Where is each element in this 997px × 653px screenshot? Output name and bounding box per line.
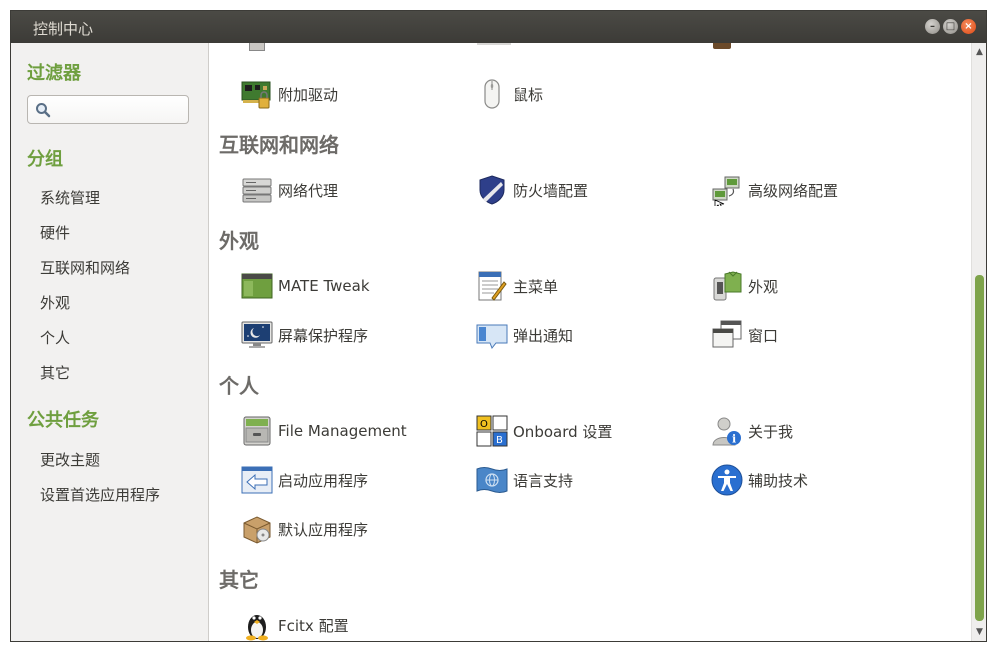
item-label: 屏幕保护程序 bbox=[278, 326, 369, 345]
sidebar-item-system[interactable]: 系统管理 bbox=[40, 187, 100, 208]
item-notifications[interactable]: 弹出通知 bbox=[475, 317, 573, 353]
accessibility-icon bbox=[710, 463, 744, 497]
item-label: 语言支持 bbox=[513, 471, 574, 490]
onboard-keyboard-icon: O B bbox=[475, 414, 509, 448]
item-network-proxy[interactable]: 网络代理 bbox=[240, 172, 338, 208]
partial-icon bbox=[249, 43, 265, 51]
scroll-up-icon[interactable]: ▲ bbox=[974, 47, 985, 57]
scrollbar-thumb[interactable] bbox=[975, 275, 984, 621]
window-icon bbox=[710, 318, 744, 352]
network-proxy-icon bbox=[240, 173, 274, 207]
sidebar-item-hardware[interactable]: 硬件 bbox=[40, 222, 70, 243]
item-label: 启动应用程序 bbox=[278, 471, 369, 490]
control-center-window: 控制中心 – □ × 过滤器 分组 系统管理 硬件 互联网和网络 外观 个人 其… bbox=[10, 10, 987, 642]
appearance-icon bbox=[710, 269, 744, 303]
category-appearance: 外观 bbox=[219, 229, 259, 253]
item-label: 防火墙配置 bbox=[513, 181, 589, 200]
item-mate-tweak[interactable]: MATE Tweak bbox=[240, 268, 370, 304]
item-main-menu[interactable]: 主菜单 bbox=[475, 268, 558, 304]
language-flag-icon bbox=[475, 463, 509, 497]
sidebar-item-other[interactable]: 其它 bbox=[40, 362, 70, 383]
item-advanced-network[interactable]: 高级网络配置 bbox=[710, 172, 838, 208]
close-icon: × bbox=[964, 21, 973, 32]
firewall-shield-icon bbox=[475, 173, 509, 207]
item-language-support[interactable]: 语言支持 bbox=[475, 462, 573, 498]
minimize-button[interactable]: – bbox=[925, 19, 940, 34]
file-cabinet-icon bbox=[240, 414, 274, 448]
close-button[interactable]: × bbox=[961, 19, 976, 34]
main-menu-icon bbox=[475, 269, 509, 303]
screensaver-icon bbox=[240, 318, 274, 352]
item-default-apps[interactable]: 默认应用程序 bbox=[240, 511, 368, 547]
mate-tweak-icon bbox=[240, 269, 274, 303]
vertical-scrollbar[interactable]: ▲ ▼ bbox=[971, 43, 986, 641]
sidebar: 过滤器 分组 系统管理 硬件 互联网和网络 外观 个人 其它 公共任务 更改主题… bbox=[11, 43, 209, 641]
item-label: MATE Tweak bbox=[278, 277, 370, 295]
item-additional-drivers[interactable]: 附加驱动 bbox=[240, 76, 338, 112]
item-screensaver[interactable]: 屏幕保护程序 bbox=[240, 317, 368, 353]
item-label: 弹出通知 bbox=[513, 326, 574, 345]
maximize-icon: □ bbox=[945, 21, 956, 32]
sidebar-item-internet[interactable]: 互联网和网络 bbox=[40, 257, 130, 278]
category-personal: 个人 bbox=[219, 374, 259, 398]
item-label: 窗口 bbox=[748, 326, 779, 345]
svg-text:B: B bbox=[496, 435, 503, 446]
svg-text:O: O bbox=[480, 419, 488, 430]
title-bar[interactable]: 控制中心 – □ × bbox=[11, 11, 986, 43]
default-apps-icon bbox=[240, 512, 274, 546]
sidebar-item-personal[interactable]: 个人 bbox=[40, 327, 70, 348]
startup-apps-icon bbox=[240, 463, 274, 497]
item-label: Fcitx 配置 bbox=[278, 616, 349, 635]
item-fcitx-config[interactable]: Fcitx 配置 bbox=[240, 607, 349, 641]
item-windows[interactable]: 窗口 bbox=[710, 317, 778, 353]
filter-heading: 过滤器 bbox=[27, 63, 81, 84]
item-label: 附加驱动 bbox=[278, 85, 339, 104]
partial-icon bbox=[713, 43, 731, 49]
minimize-icon: – bbox=[930, 21, 935, 32]
item-about-me[interactable]: i 关于我 bbox=[710, 413, 793, 449]
notification-icon bbox=[475, 318, 509, 352]
mouse-icon bbox=[475, 77, 509, 111]
penguin-icon bbox=[240, 608, 274, 641]
item-file-management[interactable]: File Management bbox=[240, 413, 407, 449]
item-label: 关于我 bbox=[748, 422, 794, 441]
content-area: 附加驱动 鼠标 互联网和网络 网络代理 防火墙配置 高级网络配置 外观 MATE… bbox=[209, 43, 971, 641]
category-internet: 互联网和网络 bbox=[219, 133, 339, 157]
about-me-icon: i bbox=[710, 414, 744, 448]
svg-text:i: i bbox=[732, 433, 736, 446]
sidebar-item-appearance[interactable]: 外观 bbox=[40, 292, 70, 313]
scroll-down-icon[interactable]: ▼ bbox=[974, 627, 985, 637]
item-label: 主菜单 bbox=[513, 277, 559, 296]
maximize-button[interactable]: □ bbox=[943, 19, 958, 34]
item-label: 辅助技术 bbox=[748, 471, 809, 490]
item-accessibility[interactable]: 辅助技术 bbox=[710, 462, 808, 498]
groups-heading: 分组 bbox=[27, 149, 63, 170]
item-firewall[interactable]: 防火墙配置 bbox=[475, 172, 588, 208]
item-label: 高级网络配置 bbox=[748, 181, 839, 200]
item-label: Onboard 设置 bbox=[513, 422, 613, 441]
network-config-icon bbox=[710, 173, 744, 207]
window-title: 控制中心 bbox=[33, 20, 94, 38]
item-label: 鼠标 bbox=[513, 85, 544, 104]
item-mouse[interactable]: 鼠标 bbox=[475, 76, 543, 112]
item-label: File Management bbox=[278, 422, 407, 440]
tasks-heading: 公共任务 bbox=[27, 410, 99, 431]
task-change-theme[interactable]: 更改主题 bbox=[40, 449, 100, 470]
search-input[interactable] bbox=[27, 95, 189, 124]
category-other: 其它 bbox=[219, 568, 259, 592]
driver-card-icon bbox=[240, 77, 274, 111]
task-preferred-apps[interactable]: 设置首选应用程序 bbox=[40, 484, 160, 505]
item-startup-apps[interactable]: 启动应用程序 bbox=[240, 462, 368, 498]
item-appearance[interactable]: 外观 bbox=[710, 268, 778, 304]
item-onboard-settings[interactable]: O B Onboard 设置 bbox=[475, 413, 612, 449]
partial-icon bbox=[477, 43, 511, 45]
item-label: 网络代理 bbox=[278, 181, 339, 200]
item-label: 默认应用程序 bbox=[278, 520, 369, 539]
search-icon bbox=[36, 103, 51, 118]
item-label: 外观 bbox=[748, 277, 779, 296]
